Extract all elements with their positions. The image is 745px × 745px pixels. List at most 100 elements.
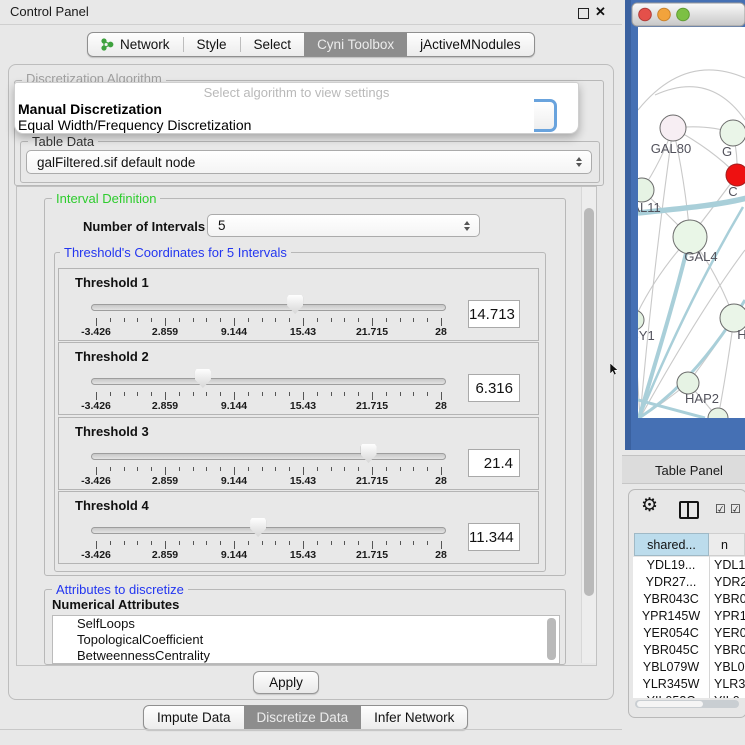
threshold-slider[interactable]: -3.4262.8599.14415.4321.71528 bbox=[59, 492, 464, 563]
threshold-value-field[interactable]: 6.316 bbox=[468, 374, 520, 402]
tab-select[interactable]: Select bbox=[241, 33, 305, 56]
table-panel-bar: Table Panel bbox=[622, 455, 745, 484]
tab-impute-data[interactable]: Impute Data bbox=[144, 706, 244, 729]
number-of-intervals-combo[interactable]: 5 bbox=[207, 214, 480, 237]
apply-button[interactable]: Apply bbox=[253, 671, 319, 694]
cell-name[interactable]: YER0 bbox=[714, 625, 745, 642]
algorithm-option-manual[interactable]: Manual Discretization bbox=[18, 101, 162, 117]
attribute-item-selfloops[interactable]: SelfLoops bbox=[53, 616, 559, 632]
cell-shared-name[interactable]: YPR145W bbox=[633, 608, 709, 625]
cell-shared-name[interactable]: YBL079W bbox=[633, 659, 709, 676]
numerical-attributes-label: Numerical Attributes bbox=[52, 597, 179, 612]
cell-shared-name[interactable]: YER054C bbox=[633, 625, 709, 642]
columns-icon[interactable] bbox=[679, 501, 699, 519]
attribute-item-betweennesscentrality[interactable]: BetweennessCentrality bbox=[53, 648, 559, 664]
table-row[interactable]: YDR27... YDR2 bbox=[633, 574, 745, 591]
network-node-gal80[interactable] bbox=[660, 115, 686, 141]
cell-name[interactable]: YIL0 bbox=[714, 693, 740, 698]
checkbox-icon[interactable]: ☑ bbox=[730, 502, 741, 516]
mouse-cursor bbox=[610, 363, 620, 376]
network-node-c[interactable] bbox=[726, 164, 745, 186]
cell-shared-name[interactable]: YDR27... bbox=[633, 574, 709, 591]
threshold-slider[interactable]: -3.4262.8599.14415.4321.71528 bbox=[59, 343, 464, 414]
table-data-combo-value: galFiltered.sif default node bbox=[37, 155, 195, 170]
tick-label: 2.859 bbox=[152, 549, 178, 561]
tab-cyni-toolbox[interactable]: Cyni Toolbox bbox=[304, 33, 407, 56]
tab-infer-network[interactable]: Infer Network bbox=[361, 706, 467, 729]
attribute-item-topologicalcoefficient[interactable]: TopologicalCoefficient bbox=[53, 632, 559, 648]
panel-title: Control Panel bbox=[10, 0, 89, 24]
table-row[interactable]: YIL052C YIL0 bbox=[633, 693, 745, 698]
float-window-icon[interactable] bbox=[578, 8, 589, 19]
checkbox-icon[interactable]: ☑ bbox=[715, 502, 726, 516]
table-data-combo[interactable]: galFiltered.sif default node bbox=[26, 150, 592, 174]
threshold-value-field[interactable]: 11.344 bbox=[468, 523, 520, 551]
cell-name[interactable]: YLR3 bbox=[714, 676, 745, 693]
settings-scrollbar-thumb[interactable] bbox=[584, 208, 594, 596]
algorithm-option-equal-width[interactable]: Equal Width/Frequency Discretization bbox=[18, 117, 251, 133]
tick-label: -3.426 bbox=[81, 475, 111, 487]
table-data-title: Table Data bbox=[28, 134, 98, 149]
settings-scrollbar-track[interactable] bbox=[581, 187, 596, 663]
node-table[interactable]: YDL19...YDL1YDR27...YDR2YBR043CYBR0YPR14… bbox=[633, 557, 745, 698]
cell-name[interactable]: YDL1 bbox=[714, 557, 745, 574]
slider-thumb[interactable] bbox=[250, 518, 266, 537]
interval-group-title: Interval Definition bbox=[52, 191, 160, 206]
cell-name[interactable]: YDR2 bbox=[714, 574, 745, 591]
slider-thumb[interactable] bbox=[195, 369, 211, 388]
tick-label: -3.426 bbox=[81, 549, 111, 561]
gear-icon[interactable]: ⚙ bbox=[641, 494, 658, 517]
table-row[interactable]: YBR045C YBR0 bbox=[633, 642, 745, 659]
slider-thumb[interactable] bbox=[287, 295, 303, 314]
traffic-light-close-icon[interactable] bbox=[639, 8, 652, 21]
table-row[interactable]: YPR145W YPR1 bbox=[633, 608, 745, 625]
threshold-slider[interactable]: -3.4262.8599.14415.4321.71528 bbox=[59, 269, 464, 340]
numerical-attributes-list[interactable]: SelfLoopsTopologicalCoefficientBetweenne… bbox=[52, 615, 560, 664]
tab-label: Infer Network bbox=[374, 710, 454, 725]
tab-jactivemnodules[interactable]: jActiveMNodules bbox=[407, 33, 534, 56]
network-node-g[interactable] bbox=[720, 120, 745, 146]
tab-label: Network bbox=[120, 37, 170, 52]
cell-name[interactable]: YPR1 bbox=[714, 608, 745, 625]
cell-shared-name[interactable]: YBR045C bbox=[633, 642, 709, 659]
tick-label: 2.859 bbox=[152, 475, 178, 487]
tab-discretize-data[interactable]: Discretize Data bbox=[244, 706, 362, 729]
algorithm-combo-focus-ring[interactable] bbox=[534, 99, 557, 132]
cell-shared-name[interactable]: YBR043C bbox=[633, 591, 709, 608]
tab-style[interactable]: Style bbox=[184, 33, 240, 56]
cell-name[interactable]: YBR0 bbox=[714, 591, 745, 608]
network-icon bbox=[101, 38, 114, 51]
tick-label: 21.715 bbox=[356, 475, 388, 487]
tick-label: 21.715 bbox=[356, 326, 388, 338]
table-row[interactable]: YBR043C YBR0 bbox=[633, 591, 745, 608]
table-row[interactable]: YBL079W YBL0 bbox=[633, 659, 745, 676]
table-hscrollbar-track[interactable] bbox=[635, 700, 739, 708]
threshold-slider[interactable]: -3.4262.8599.14415.4321.71528 bbox=[59, 418, 464, 489]
table-row[interactable]: YDL19... YDL1 bbox=[633, 557, 745, 574]
threshold-row-4: Threshold 4-3.4262.8599.14415.4321.71528… bbox=[58, 491, 539, 564]
tab-label: Discretize Data bbox=[257, 710, 349, 725]
close-icon[interactable]: ✕ bbox=[595, 4, 606, 20]
cell-shared-name[interactable]: YDL19... bbox=[633, 557, 709, 574]
column-header-name[interactable]: n bbox=[709, 533, 745, 556]
cell-name[interactable]: YBR0 bbox=[714, 642, 745, 659]
slider-thumb[interactable] bbox=[361, 444, 377, 463]
cell-shared-name[interactable]: YLR345W bbox=[633, 676, 709, 693]
table-hscrollbar-thumb[interactable] bbox=[637, 701, 703, 707]
tab-network[interactable]: Network bbox=[88, 33, 183, 56]
table-panel-card: ⚙ ☑ ☑ shared... n YDL19...YDL1YDR27...YD… bbox=[628, 489, 745, 718]
threshold-value-field[interactable]: 14.713 bbox=[468, 300, 520, 328]
table-row[interactable]: YER054C YER0 bbox=[633, 625, 745, 642]
bottom-tabs: Impute Data Discretize Data Infer Network bbox=[143, 705, 468, 730]
table-panel-title: Table Panel bbox=[655, 456, 723, 485]
column-header-shared[interactable]: shared... bbox=[634, 533, 709, 556]
cell-name[interactable]: YBL0 bbox=[714, 659, 745, 676]
cell-shared-name[interactable]: YIL052C bbox=[633, 693, 709, 698]
table-row[interactable]: YLR345W YLR3 bbox=[633, 676, 745, 693]
attributes-scrollbar-thumb[interactable] bbox=[547, 618, 556, 660]
traffic-light-zoom-icon[interactable] bbox=[677, 8, 690, 21]
network-view-window[interactable]: GAL80GCGAL11GAL4GCY1HHAP2 bbox=[625, 0, 745, 450]
threshold-value-field[interactable]: 21.4 bbox=[468, 449, 520, 477]
traffic-light-minimize-icon[interactable] bbox=[658, 8, 671, 21]
tab-label: Select bbox=[254, 37, 292, 52]
